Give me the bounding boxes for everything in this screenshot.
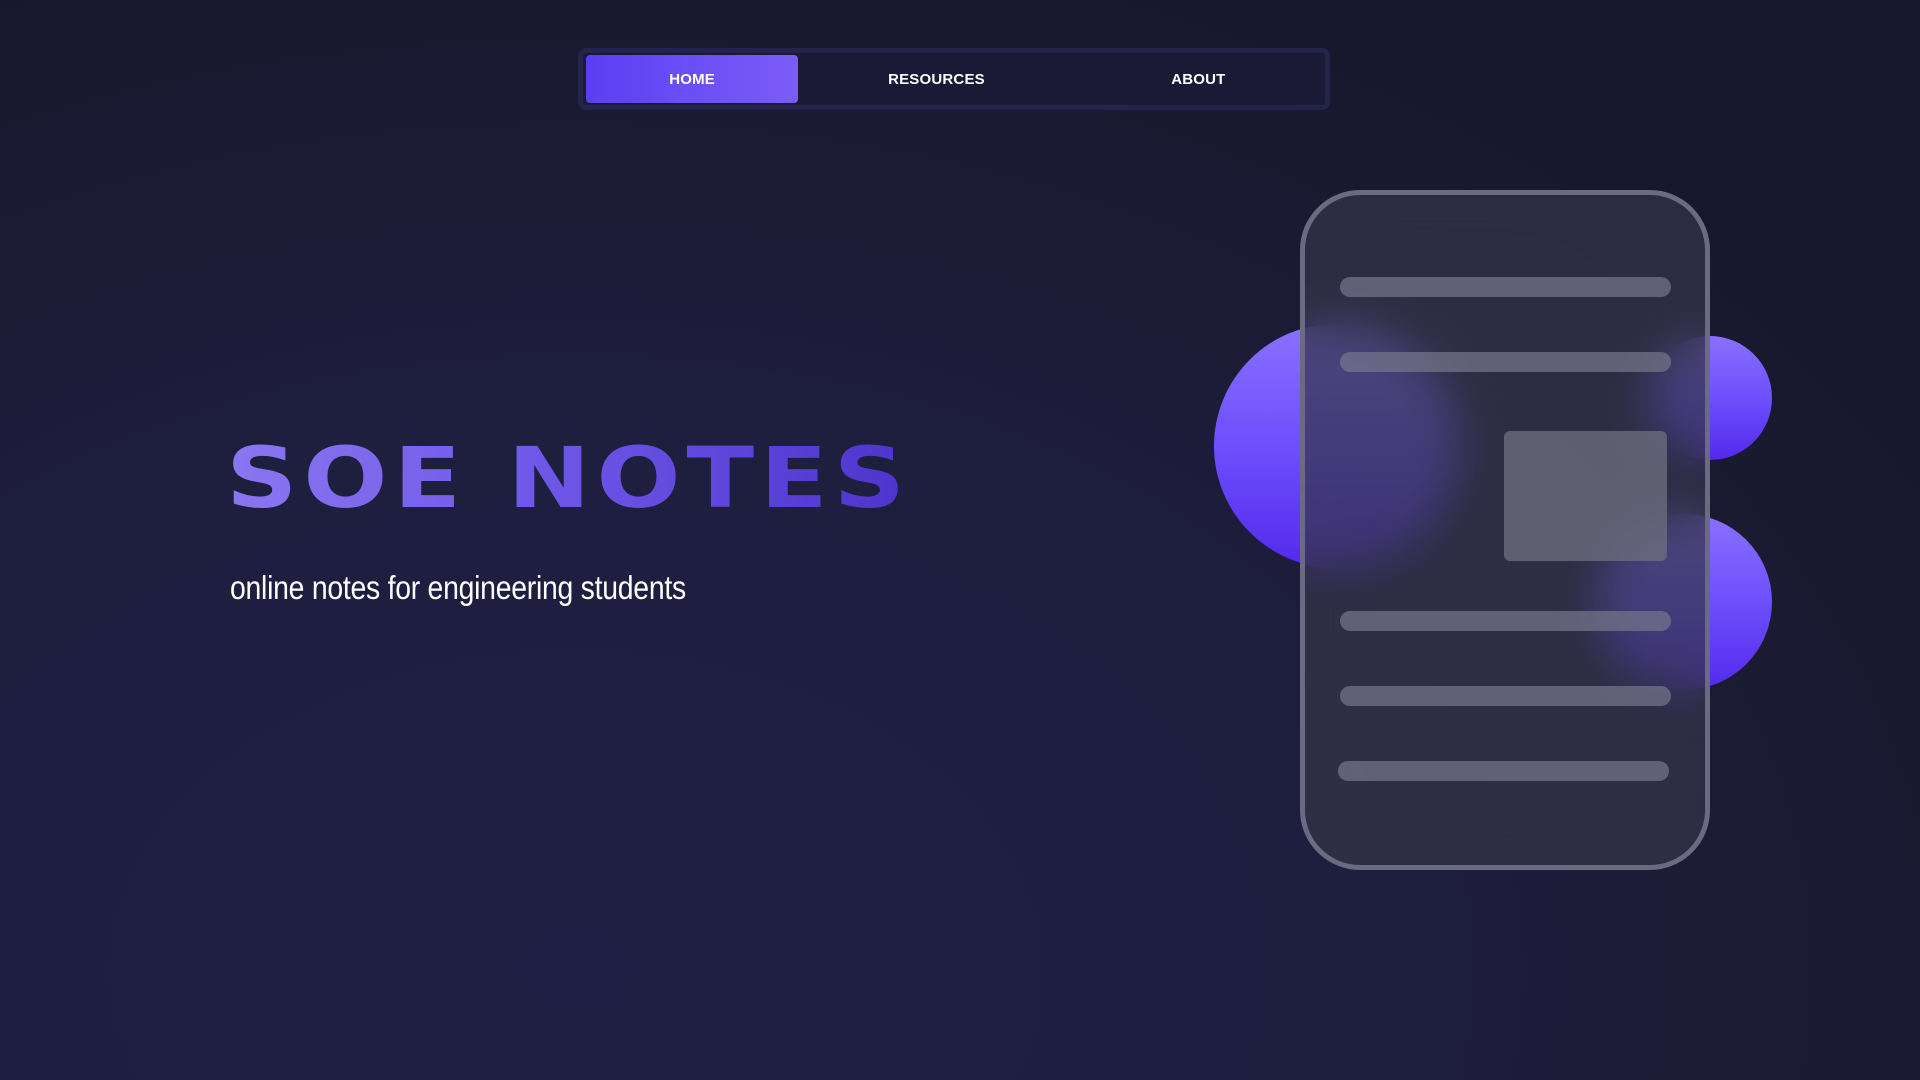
nav-resources-tab[interactable]: RESOURCES — [798, 55, 1074, 103]
phone-text-line — [1338, 761, 1669, 781]
nav-about-tab[interactable]: ABOUT — [1075, 55, 1322, 103]
main-nav: HOME RESOURCES ABOUT — [578, 48, 1330, 110]
hero-subtitle: online notes for engineering students — [230, 569, 686, 606]
phone-text-line — [1340, 611, 1671, 631]
phone-mockup-icon — [1300, 190, 1710, 870]
phone-text-line — [1340, 686, 1671, 706]
nav-home-tab[interactable]: HOME — [586, 55, 799, 103]
hero-title: SOE NOTES — [226, 429, 911, 527]
phone-illustration — [1200, 180, 1800, 880]
phone-image-placeholder — [1504, 431, 1667, 561]
phone-text-line — [1340, 277, 1671, 297]
phone-text-line — [1340, 352, 1671, 372]
